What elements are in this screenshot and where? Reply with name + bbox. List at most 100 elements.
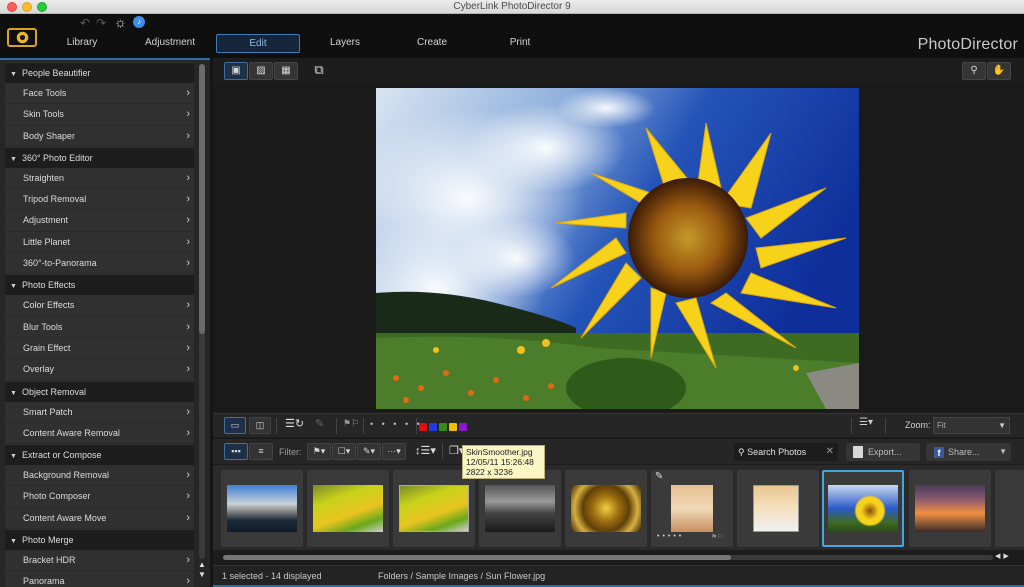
tool-photo-composer[interactable]: Photo Composer › (5, 486, 194, 508)
category-label: People Beautifier (21, 68, 91, 78)
thumbnail-skin-smoother[interactable]: ✎ ••••• ⚑⚐ (651, 470, 733, 547)
frame-filter-dropdown[interactable]: ☐▾ (332, 443, 356, 460)
filmstrip-scroll-arrows-icon[interactable]: ◀▶ (995, 552, 1012, 560)
tab-print[interactable]: Print (500, 34, 540, 53)
settings-gear-icon[interactable]: ☼ (114, 14, 127, 30)
side-by-side-icon[interactable]: ◫ (249, 417, 271, 434)
category-photo-effects[interactable]: ▼ Photo Effects (5, 274, 194, 296)
category-photo-merge[interactable]: ▼ Photo Merge (5, 529, 194, 551)
tool-label: Content Aware Move (23, 512, 107, 523)
single-view-icon[interactable]: ▭ (224, 417, 246, 434)
notification-icon[interactable]: ♪ (133, 16, 145, 28)
zoom-tool-icon[interactable]: ⚲ (962, 62, 986, 80)
tool-little-planet[interactable]: Little Planet › (5, 231, 194, 254)
thumbnail-portrait-edited[interactable] (737, 470, 819, 547)
redo-icon[interactable]: ↷ (96, 16, 106, 30)
rating-dots[interactable]: ••••• (657, 533, 684, 540)
flag-icon[interactable]: ⚑⚐ (343, 418, 359, 429)
filmstrip-view-icon[interactable]: ▪▪▪ (224, 443, 248, 460)
export-button[interactable]: Export... (846, 443, 920, 461)
list-view-icon[interactable]: ≡ (249, 443, 273, 460)
tool-adjustment[interactable]: Adjustment › (5, 210, 194, 232)
color-label-red[interactable] (419, 423, 427, 431)
tools-panel-scrollbar[interactable] (199, 64, 205, 559)
viewer-filmstrip-icon[interactable]: ▣ (224, 62, 248, 80)
sort-icon[interactable]: ☰▾ (859, 417, 873, 428)
line-spacing-icon[interactable]: ↕☰▾ (415, 444, 436, 457)
zoom-select[interactable]: Fit ▼ (933, 417, 1010, 434)
flag-icon[interactable]: ⚑⚐ (711, 533, 724, 541)
tool-smart-patch[interactable]: Smart Patch › (5, 401, 194, 423)
viewer-icon[interactable]: ▨ (249, 62, 273, 80)
color-label-blue[interactable] (429, 423, 437, 431)
tool-background-removal[interactable]: Background Removal › (5, 465, 194, 487)
color-label-green[interactable] (439, 423, 447, 431)
category-360-photo-editor[interactable]: ▼ 360° Photo Editor (5, 146, 194, 168)
tab-edit[interactable]: Edit (216, 34, 300, 53)
compare-icon[interactable]: ⧉ (307, 62, 331, 80)
tool-panorama[interactable]: Panorama › (5, 571, 194, 587)
category-object-removal[interactable]: ▼ Object Removal (5, 380, 194, 402)
tool-content-aware-removal[interactable]: Content Aware Removal › (5, 422, 194, 445)
tab-adjustment[interactable]: Adjustment (138, 34, 202, 53)
clear-search-icon[interactable]: ✕ (826, 443, 834, 461)
thumbnail-image (671, 485, 713, 532)
tool-label: Straighten (23, 172, 65, 183)
facebook-icon: f (934, 447, 944, 458)
tool-blur-tools[interactable]: Blur Tools › (5, 316, 194, 338)
tool-color-effects[interactable]: Color Effects › (5, 295, 194, 317)
photodirector-logo-icon[interactable] (7, 28, 37, 47)
chevron-right-icon: › (186, 299, 190, 312)
thumbnail-church[interactable] (479, 470, 561, 547)
search-photos-input[interactable]: ⚲ Search Photos ✕ (734, 443, 838, 461)
tool-content-aware-move[interactable]: Content Aware Move › (5, 507, 194, 530)
tool-straighten[interactable]: Straighten › (5, 167, 194, 190)
filmstrip-scrollbar[interactable] (223, 555, 993, 560)
thumbnail-sun-flower-selected[interactable] (822, 470, 904, 547)
tool-overlay[interactable]: Overlay › (5, 359, 194, 381)
photo-canvas[interactable] (213, 84, 1024, 411)
chevron-right-icon: › (186, 108, 190, 121)
edit-filter-dropdown[interactable]: ✎▾ (357, 443, 381, 460)
divider (363, 418, 364, 434)
tool-360-to-panorama[interactable]: 360°-to-Panorama › (5, 253, 194, 275)
pan-hand-icon[interactable]: ✋ (987, 62, 1011, 80)
color-label-purple[interactable] (459, 423, 467, 431)
rotate-icon[interactable]: ☰↻ (285, 417, 304, 430)
tool-tripod-removal[interactable]: Tripod Removal › (5, 189, 194, 211)
chevron-down-icon[interactable]: ▼ (999, 443, 1007, 461)
edit-pencil-icon[interactable]: ✎ (315, 417, 324, 430)
tab-create[interactable]: Create (410, 34, 454, 53)
rating-dots[interactable]: • • • • • (370, 419, 423, 429)
thumbnail-bicycle-field[interactable] (307, 470, 389, 547)
scrollbar-thumb[interactable] (199, 64, 205, 334)
rating-filter-dropdown[interactable]: ···▾ (382, 443, 406, 460)
grid-icon[interactable]: ▦ (274, 62, 298, 80)
tool-body-shaper[interactable]: Body Shaper › (5, 125, 194, 147)
category-people-beautifier[interactable]: ▼ People Beautifier (5, 62, 194, 83)
category-extract-or-compose[interactable]: ▼ Extract or Compose (5, 444, 194, 466)
thumbnail-partial[interactable] (995, 470, 1024, 547)
undo-icon[interactable]: ↶ (80, 16, 90, 30)
tab-library[interactable]: Library (52, 34, 112, 53)
thumbnail-lake-mountains[interactable] (221, 470, 303, 547)
thumbnail-spiral-staircase[interactable] (565, 470, 647, 547)
tab-layers[interactable]: Layers (320, 34, 370, 53)
view-toolbar: ▣ ▨ ▦ ⧉ ⚲ ✋ (213, 58, 1024, 84)
thumbnail-bicycle-field-edited[interactable] (393, 470, 475, 547)
scroll-up-arrow-icon[interactable]: ▲ (198, 560, 206, 569)
tool-grain-effect[interactable]: Grain Effect › (5, 337, 194, 360)
export-label: Export... (868, 447, 902, 457)
tool-label: Face Tools (23, 88, 67, 98)
thumbnail-sunset[interactable] (909, 470, 991, 547)
scrollbar-thumb[interactable] (223, 555, 732, 560)
edited-pencil-icon: ✎ (655, 471, 664, 482)
tool-face-tools[interactable]: Face Tools › (5, 83, 194, 105)
scroll-down-arrow-icon[interactable]: ▼ (198, 570, 206, 579)
tool-skin-tools[interactable]: Skin Tools › (5, 104, 194, 126)
flag-filter-dropdown[interactable]: ⚑▾ (307, 443, 331, 460)
color-label-yellow[interactable] (449, 423, 457, 431)
share-button[interactable]: f Share... ▼ (926, 443, 1011, 461)
category-label: Photo Effects (21, 280, 76, 291)
tool-bracket-hdr[interactable]: Bracket HDR › (5, 550, 194, 572)
